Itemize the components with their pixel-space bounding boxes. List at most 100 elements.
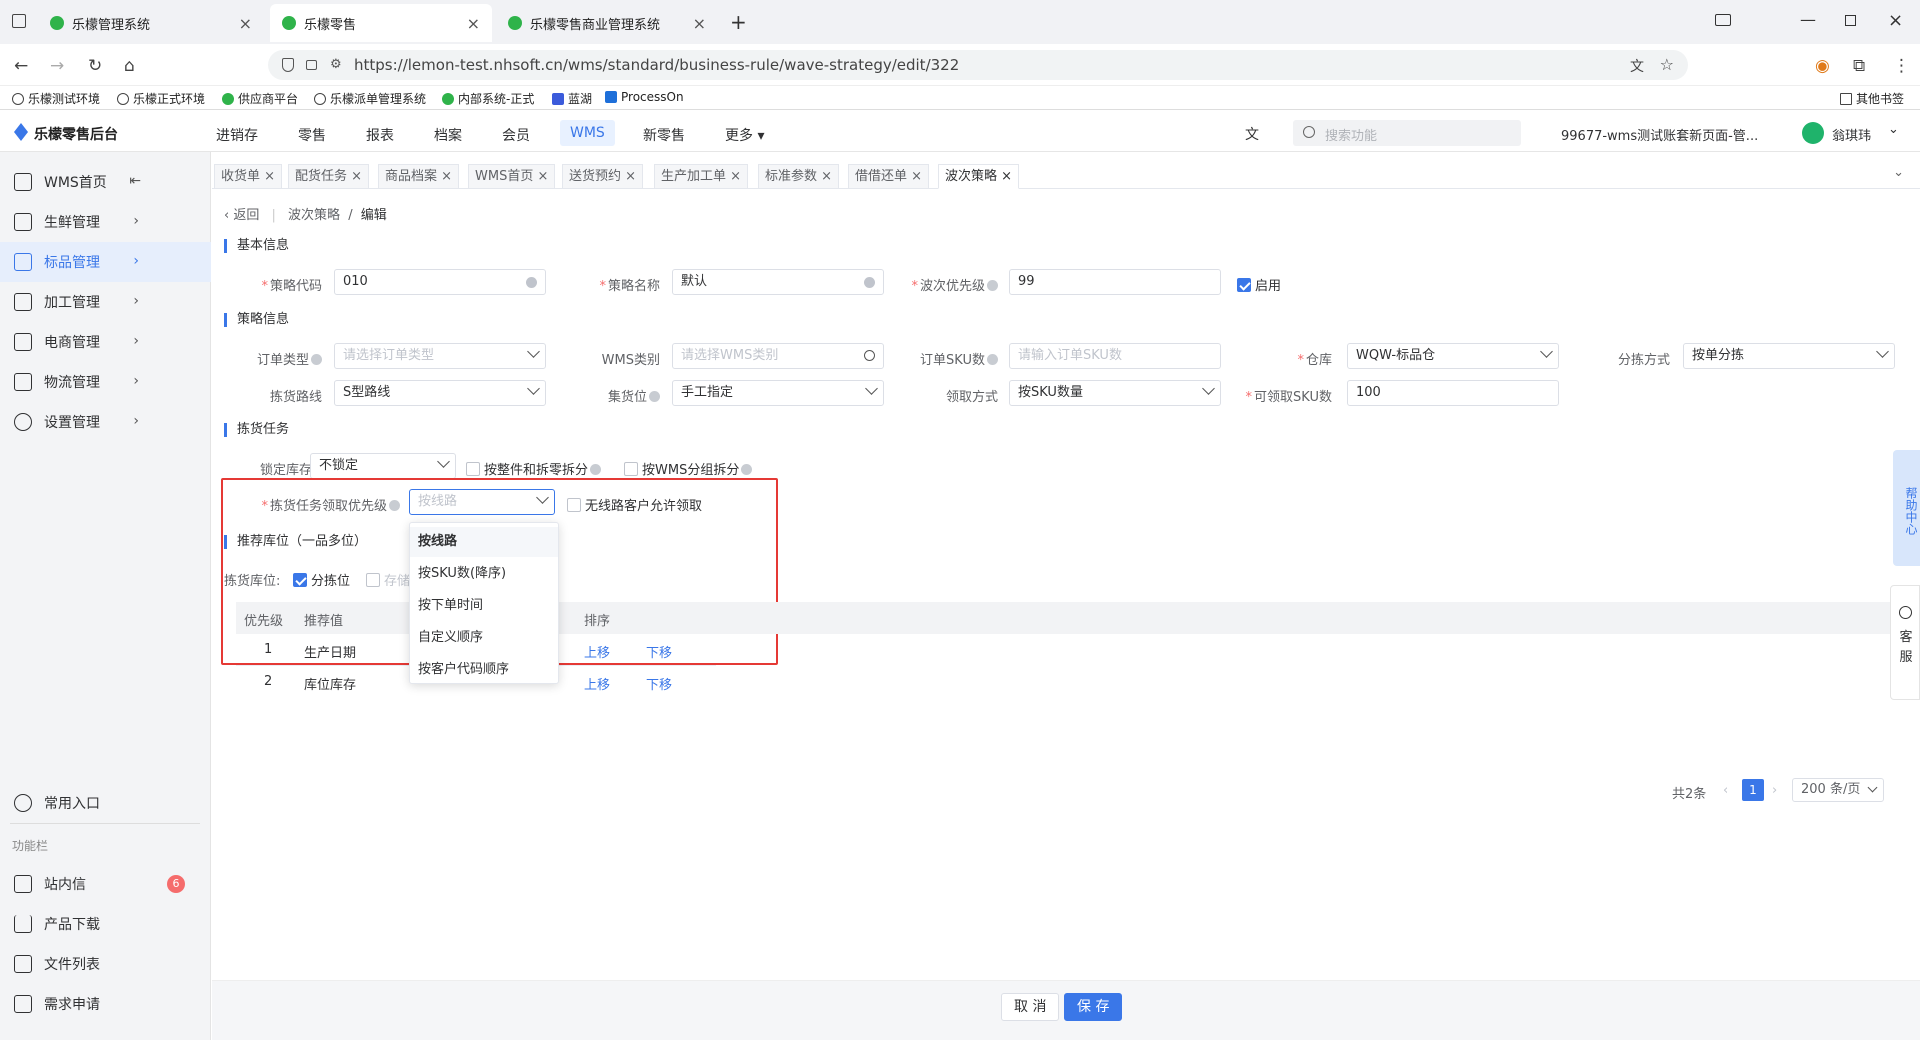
sidebar-toggle-icon[interactable] [1715,14,1731,26]
close-icon[interactable]: × [441,169,452,184]
breadcrumb-parent[interactable]: 波次策略 [288,208,340,223]
reload-icon[interactable]: ↻ [88,56,102,76]
url-input[interactable]: ⚙ https://lemon-test.nhsoft.cn/wms/stand… [268,50,1688,80]
bookmark-item[interactable]: 乐檬派单管理系统 [314,90,426,107]
minimize-icon[interactable]: — [1800,10,1816,29]
sort-location-checkbox[interactable]: 分拣位 [293,570,350,589]
browser-tab-3[interactable]: 乐檬零售商业管理系统 × [496,4,718,42]
bookmark-item[interactable]: 乐檬测试环境 [12,90,100,107]
func-item-inbox[interactable]: 站内信 6 [0,864,211,904]
close-icon[interactable]: × [537,169,548,184]
clear-icon[interactable] [864,277,875,288]
wave-priority-input[interactable]: 99 [1009,269,1221,295]
close-window-icon[interactable]: × [1888,10,1903,31]
page-tab[interactable]: 商品档案 × [378,164,460,189]
lock-stock-select[interactable]: 不锁定 [310,453,456,479]
close-icon[interactable]: × [911,169,922,184]
browser-tab-1[interactable]: 乐檬管理系统 × [38,4,264,42]
save-button[interactable]: 保 存 [1064,993,1123,1021]
enable-checkbox[interactable]: 启用 [1237,275,1281,294]
bookmark-item[interactable]: 乐檬正式环境 [117,90,205,107]
clear-icon[interactable] [526,277,537,288]
sidebar-item-ecommerce[interactable]: 电商管理 › [0,322,211,362]
nav-item[interactable]: 会员 [502,125,530,145]
star-icon[interactable]: ☆ [1660,55,1674,74]
bookmark-item[interactable]: ProcessOn [605,90,684,104]
page-tab[interactable]: 配货任务 × [288,164,370,189]
bookmark-item[interactable]: 供应商平台 [222,90,298,107]
page-tab[interactable]: 借借还单 × [848,164,930,189]
help-icon[interactable] [590,464,602,475]
claim-sku-input[interactable]: 100 [1347,380,1559,406]
nav-item-more[interactable]: 更多 ▾ [725,125,764,145]
bookmark-item[interactable]: 蓝湖 [552,90,592,107]
cancel-button[interactable]: 取 消 [1001,993,1060,1021]
dropdown-option[interactable]: 按SKU数(降序) [410,559,558,589]
dropdown-option-selected[interactable]: 按线路 [410,527,558,557]
page-tab[interactable]: 送货预约 × [562,164,644,189]
page-number-current[interactable]: 1 [1742,779,1764,801]
translate-icon[interactable]: 文 [1630,56,1644,76]
split-by-unit-checkbox[interactable]: 按整件和拆零拆分 [466,459,602,478]
avatar[interactable] [1802,122,1824,144]
page-tab[interactable]: 收货单 × [214,164,283,189]
move-up-link[interactable]: 上移 [584,674,610,693]
order-type-select[interactable]: 请选择订单类型 [334,343,546,369]
page-size-select[interactable]: 200 条/页 [1792,778,1884,802]
order-sku-count-input[interactable]: 请输入订单SKU数 [1009,343,1221,369]
nav-item[interactable]: 零售 [298,125,326,145]
close-icon[interactable]: × [467,14,480,33]
sidebar-item-wms-home[interactable]: WMS首页 ⇤ [0,162,211,202]
tabs-dropdown-icon[interactable]: ⌄ [1893,165,1904,180]
customer-service-tab[interactable]: 客服 [1890,585,1920,700]
close-icon[interactable]: × [239,14,252,33]
page-tab[interactable]: WMS首页 × [468,164,556,189]
sort-method-select[interactable]: 按单分拣 [1683,343,1895,369]
other-bookmarks[interactable]: 其他书签 [1840,90,1904,107]
user-name[interactable]: 翁琪玮 [1832,125,1871,144]
close-icon[interactable]: × [351,169,362,184]
func-item-request[interactable]: 需求申请 [0,984,211,1024]
strategy-name-input[interactable]: 默认 [672,269,884,295]
language-icon[interactable]: 文 [1245,124,1259,144]
sidebar-item-process[interactable]: 加工管理 › [0,282,211,322]
help-icon[interactable] [389,500,400,511]
account-name[interactable]: 99677-wms测试账套新页面-管... [1561,125,1758,144]
func-item-files[interactable]: 文件列表 [0,944,211,984]
storage-location-checkbox[interactable]: 存储 [366,570,410,589]
split-by-wms-group-checkbox[interactable]: 按WMS分组拆分 [624,459,753,478]
forward-icon[interactable]: → [50,56,64,76]
puzzle-icon[interactable]: ⧉ [1853,56,1865,76]
prev-page-icon[interactable]: ‹ [1723,783,1728,798]
home-icon[interactable]: ⌂ [124,56,135,76]
close-icon[interactable]: × [1001,169,1012,184]
close-icon[interactable]: × [730,169,741,184]
help-icon[interactable] [649,391,660,402]
warehouse-select[interactable]: WQW-标品仓 [1347,343,1559,369]
sidebar-item-settings[interactable]: 设置管理 › [0,402,211,442]
close-icon[interactable]: × [625,169,636,184]
claim-method-select[interactable]: 按SKU数量 [1009,380,1221,406]
func-item-download[interactable]: 产品下载 [0,904,211,944]
tab-actions-icon[interactable] [12,14,26,28]
help-icon[interactable] [987,280,998,291]
nav-item[interactable]: 报表 [366,125,394,145]
menu-dots-icon[interactable]: ⋮ [1893,56,1910,76]
nav-item[interactable]: 新零售 [643,125,685,145]
help-center-tab[interactable]: 帮助中心 [1893,450,1920,566]
close-icon[interactable]: × [264,169,275,184]
help-icon[interactable] [987,354,998,365]
strategy-code-input[interactable]: 010 [334,269,546,295]
chevron-down-icon[interactable]: ⌄ [1888,122,1899,137]
new-tab-icon[interactable]: + [730,10,747,34]
back-link[interactable]: ‹ 返回 [224,208,259,223]
help-icon[interactable] [311,354,322,365]
sidebar-item-standard[interactable]: 标品管理 › [0,242,211,282]
move-up-link[interactable]: 上移 [584,642,610,661]
function-search-input[interactable]: 搜索功能 [1293,120,1521,146]
move-down-link[interactable]: 下移 [646,674,672,693]
bookmark-item[interactable]: 内部系统-正式 [442,90,534,107]
close-icon[interactable]: × [821,169,832,184]
sidebar-item-fresh[interactable]: 生鲜管理 › [0,202,211,242]
common-entry[interactable]: 常用入口 [0,783,211,823]
